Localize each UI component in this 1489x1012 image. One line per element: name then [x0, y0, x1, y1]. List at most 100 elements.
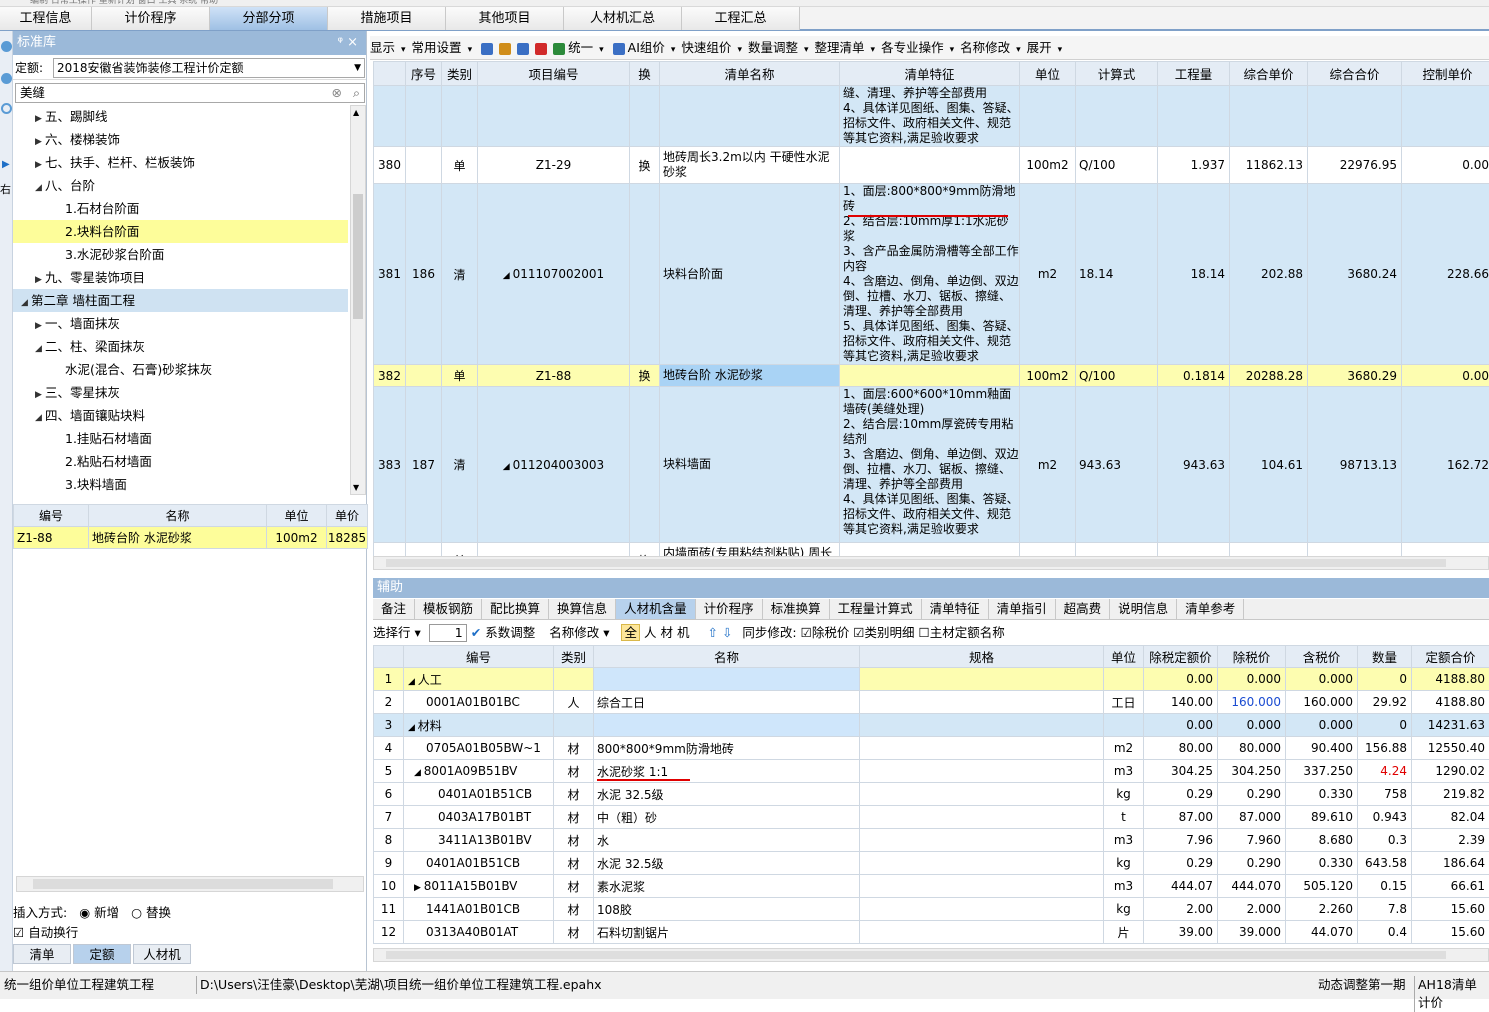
tree-item[interactable]: 3.块料墙面 [13, 473, 348, 495]
tool-icon[interactable] [613, 43, 625, 55]
tool-icon[interactable] [535, 43, 547, 55]
resource-row[interactable]: 70403A17B01BT材中（粗）砂t87.0087.00089.6100.9… [374, 806, 1489, 829]
expanded-icon[interactable]: ◢ [408, 723, 418, 733]
tab-5[interactable]: 人材机汇总 [564, 7, 682, 30]
tab-1[interactable]: 计价程序 [92, 7, 210, 30]
expanded-icon[interactable]: ◢ [414, 768, 424, 778]
tree-item[interactable]: 1.石材台阶面 [13, 197, 348, 220]
tree-item[interactable]: 3.水泥砂浆台阶面 [13, 243, 348, 266]
grid-row[interactable]: 382单Z1-88换地砖台阶 水泥砂浆100m2Q/1000.181420288… [374, 365, 1489, 387]
tree-item[interactable]: ▶七、扶手、栏杆、栏板装饰 [13, 151, 348, 174]
left-tab-1[interactable]: 定额 [73, 944, 131, 964]
resource-col-header[interactable]: 定额合价 [1412, 646, 1489, 668]
tree-item[interactable]: ▶一、墙面抹灰 [13, 312, 348, 335]
tree-item[interactable]: ▶六、楼梯装饰 [13, 128, 348, 151]
info-icon-2[interactable] [1, 73, 12, 84]
radio-new[interactable]: ◉ 新增 [79, 905, 119, 920]
resource-row[interactable]: 83411A13B01BV材水m37.967.9608.6800.32.39 [374, 829, 1489, 852]
list-row[interactable]: Z1-88地砖台阶 水泥砂浆100m218285 [14, 527, 368, 549]
tab-3[interactable]: 措施项目 [328, 7, 446, 30]
aux-tab-5[interactable]: 计价程序 [696, 599, 763, 619]
filter-labor[interactable]: 人 [644, 625, 657, 640]
grid-scroll-thumb[interactable] [386, 559, 1446, 567]
list-hscrollbar[interactable] [16, 876, 364, 892]
filter-all[interactable]: 全 [621, 624, 640, 641]
toolbar-item-9[interactable]: 展开 ▾ [1027, 36, 1063, 60]
resource-row[interactable]: 20001A01B01BC人综合工日工日140.00160.000160.000… [374, 691, 1489, 714]
aux-tab-3[interactable]: 换算信息 [549, 599, 616, 619]
resource-row[interactable]: 1◢ 人工0.000.0000.00004188.80 [374, 668, 1489, 691]
tree-item[interactable]: 2.粘贴石材墙面 [13, 450, 348, 473]
aux-tab-12[interactable]: 清单参考 [1177, 599, 1244, 619]
resource-row[interactable]: 120313A40B01AT材石料切割锯片片39.0039.00044.0700… [374, 921, 1489, 944]
tree-scrollbar[interactable]: ▲ ▼ [350, 105, 366, 495]
tree-item[interactable]: ◢八、台阶 [13, 174, 348, 197]
sync-price-checkbox[interactable]: 除税价 [812, 625, 850, 640]
list-col-header[interactable]: 单位 [267, 505, 327, 527]
tree-item[interactable]: ▶五、踢脚线 [13, 105, 348, 128]
tab-2[interactable]: 分部分项 [210, 7, 328, 30]
toolbar-item-0[interactable]: 显示 ▾ [370, 36, 406, 60]
tree-scroll-thumb[interactable] [353, 194, 363, 319]
resource-col-header[interactable]: 类别 [554, 646, 594, 668]
collapsed-icon[interactable]: ▶ [414, 883, 424, 893]
grid-col-header[interactable]: 计算式 [1076, 62, 1158, 86]
tool-icon[interactable] [499, 43, 511, 55]
tab-6[interactable]: 工程汇总 [682, 7, 800, 30]
tree-item[interactable]: 水泥(混合、石膏)砂浆抹灰 [13, 358, 348, 381]
scroll-up-icon[interactable]: ▲ [353, 108, 359, 117]
search-icon[interactable]: ⌕ [353, 84, 360, 102]
grid-col-header[interactable]: 综合合价 [1308, 62, 1402, 86]
aux-tab-9[interactable]: 清单指引 [989, 599, 1056, 619]
tool-icon[interactable] [481, 43, 493, 55]
aux-tab-2[interactable]: 配比换算 [482, 599, 549, 619]
grid-col-header[interactable] [374, 62, 406, 86]
tab-4[interactable]: 其他项目 [446, 7, 564, 30]
tree-item[interactable]: ◢二、柱、梁面抹灰 [13, 335, 348, 358]
resource-row[interactable]: 60401A01B51CB材水泥 32.5级kg0.290.2900.33075… [374, 783, 1489, 806]
tree-item[interactable]: ▶三、零星抹灰 [13, 381, 348, 404]
grid-row[interactable]: 381186清◢ 011107002001块料台阶面1、面层:800*800*9… [374, 184, 1489, 365]
autowrap-checkbox[interactable]: ☑ 自动换行 [13, 922, 78, 941]
grid-col-header[interactable]: 综合单价 [1230, 62, 1308, 86]
row-number-input[interactable]: 1 [429, 624, 467, 642]
move-up-icon[interactable]: ⇧ [707, 625, 717, 640]
grid-col-header[interactable]: 单位 [1020, 62, 1076, 86]
grid-col-header[interactable]: 项目编号 [478, 62, 630, 86]
resource-col-header[interactable]: 除税定额价 [1144, 646, 1218, 668]
move-down-icon[interactable]: ⇩ [722, 625, 732, 640]
tree-item[interactable]: 1.挂贴石材墙面 [13, 427, 348, 450]
list-scroll-thumb[interactable] [33, 879, 333, 889]
radio-replace[interactable]: ○ 替换 [131, 905, 171, 920]
resource-col-header[interactable]: 单位 [1104, 646, 1144, 668]
toolbar-item-2[interactable]: 统一 ▾ [568, 36, 604, 60]
toolbar-item-8[interactable]: 名称修改 ▾ [960, 36, 1021, 60]
toolbar-item-7[interactable]: 各专业操作 ▾ [881, 36, 954, 60]
arrow-right-icon[interactable]: ▶ [2, 159, 10, 170]
pin-close-icon[interactable]: ᵠ × [338, 31, 358, 55]
resource-col-header[interactable]: 规格 [860, 646, 1104, 668]
grid-col-header[interactable]: 换 [630, 62, 660, 86]
coef-button[interactable]: 系数调整 [485, 625, 535, 640]
sync-main-material-checkbox[interactable]: 主材定额名称 [930, 625, 1005, 640]
resource-col-header[interactable]: 除税价 [1218, 646, 1286, 668]
search-input[interactable]: 美缝 ⊗ ⌕ [15, 83, 365, 103]
list-col-header[interactable]: 编号 [14, 505, 89, 527]
aux-tab-6[interactable]: 标准换算 [763, 599, 830, 619]
grid-row[interactable]: 380单Z1-29换地砖周长3.2m以内 干硬性水泥砂浆100m2Q/1001.… [374, 147, 1489, 184]
clear-icon[interactable]: ⊗ [332, 84, 342, 102]
expanded-icon[interactable]: ◢ [503, 462, 513, 472]
tab-0[interactable]: 工程信息 [0, 7, 92, 30]
resource-row[interactable]: 10▶ 8011A15B01BV材素水泥浆m3444.07444.070505.… [374, 875, 1489, 898]
grid-row[interactable]: 383187清◢ 011204003003块料墙面1、面层:600*600*10… [374, 387, 1489, 543]
aux-tab-8[interactable]: 清单特征 [922, 599, 989, 619]
list-col-header[interactable]: 名称 [89, 505, 267, 527]
rename-button[interactable]: 名称修改 [549, 625, 599, 640]
tree-item[interactable]: 2.块料台阶面 [13, 220, 348, 243]
resource-col-header[interactable]: 数量 [1358, 646, 1412, 668]
toolbar-item-5[interactable]: 数量调整 ▾ [748, 36, 809, 60]
resource-row[interactable]: 90401A01B51CB材水泥 32.5级kg0.290.2900.33064… [374, 852, 1489, 875]
expanded-icon[interactable]: ◢ [503, 271, 513, 281]
scroll-down-icon[interactable]: ▼ [353, 483, 359, 492]
tree-item[interactable]: ◢第二章 墙柱面工程 [13, 289, 348, 312]
